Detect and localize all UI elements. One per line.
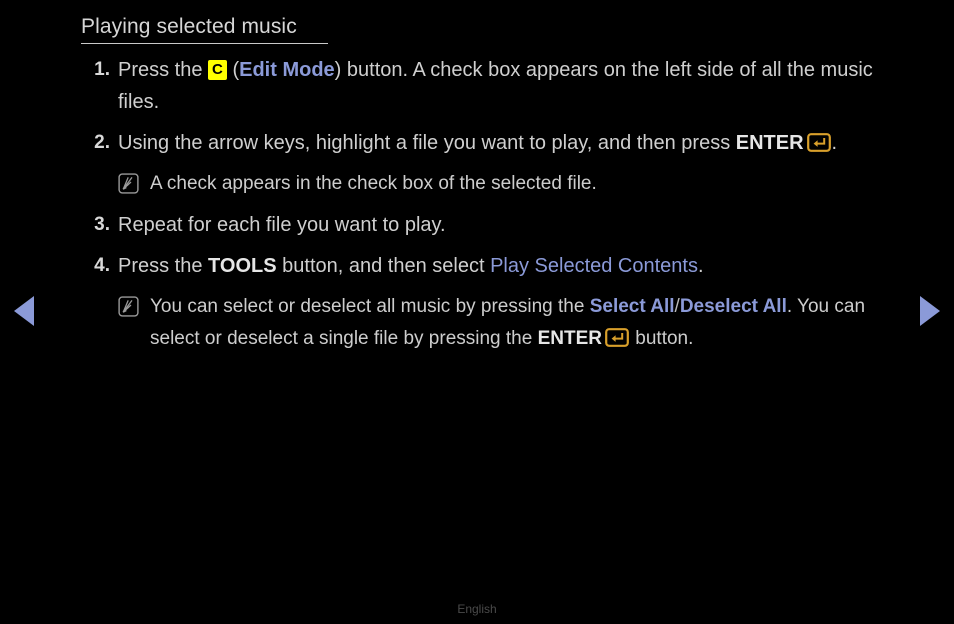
edit-mode-link[interactable]: Edit Mode (239, 59, 335, 81)
step-number: 3. (94, 214, 110, 235)
step-item-4: 4. Press the TOOLS button, and then sele… (81, 250, 911, 282)
step-item-3: 3. Repeat for each file you want to play… (81, 209, 911, 241)
note-icon-cell (118, 168, 150, 199)
note-text: You can select or deselect all music by … (150, 291, 911, 355)
step4-text-before: Press the (118, 255, 203, 277)
page-title-block: Playing selected music (81, 14, 329, 44)
page-title: Playing selected music (81, 15, 297, 38)
note-item-1: A check appears in the check box of the … (118, 168, 911, 200)
step-text: Press the TOOLS button, and then select … (118, 250, 911, 282)
step4-text-after: . (697, 255, 704, 277)
step-number: 2. (94, 132, 110, 153)
enter-label: ENTER (537, 328, 603, 349)
note-item-2: You can select or deselect all music by … (118, 291, 911, 355)
instruction-steps-list: 1. Press the C (Edit Mode) button. A che… (81, 54, 911, 364)
tools-button-label: TOOLS (208, 255, 277, 277)
step-number: 4. (94, 255, 110, 276)
step2-text-before: Using the arrow keys, highlight a file y… (118, 132, 731, 154)
step-text: Press the C (Edit Mode) button. A check … (118, 54, 911, 118)
step4-text-middle: button, and then select (282, 255, 485, 277)
step-item-2: 2. Using the arrow keys, highlight a fil… (81, 127, 911, 159)
previous-page-button[interactable] (14, 296, 34, 326)
step-text: Using the arrow keys, highlight a file y… (118, 127, 911, 159)
deselect-all-link[interactable]: Deselect All (680, 296, 787, 317)
next-page-button[interactable] (920, 296, 940, 326)
note2-tail: button. (635, 328, 694, 349)
note-text: A check appears in the check box of the … (150, 173, 597, 194)
footer-language-label: English (457, 602, 497, 616)
note-icon (118, 296, 139, 317)
title-underline-rule (81, 43, 328, 44)
step-text: Repeat for each file you want to play. (118, 214, 446, 236)
color-key-c-badge[interactable]: C (208, 60, 227, 80)
note-icon-cell (118, 291, 150, 322)
step1-text-before: Press the (118, 59, 203, 81)
step-number: 1. (94, 59, 110, 80)
step2-text-after: . (831, 132, 838, 154)
note2-lead: You can select or deselect all music by … (150, 296, 585, 317)
step-item-1: 1. Press the C (Edit Mode) button. A che… (81, 54, 911, 118)
play-selected-contents-link[interactable]: Play Selected Contents (490, 255, 698, 277)
select-all-link[interactable]: Select All (590, 296, 675, 317)
note-icon (118, 173, 139, 194)
enter-key-icon (806, 130, 831, 152)
enter-key-icon (605, 326, 629, 347)
enter-label: ENTER (735, 132, 804, 154)
